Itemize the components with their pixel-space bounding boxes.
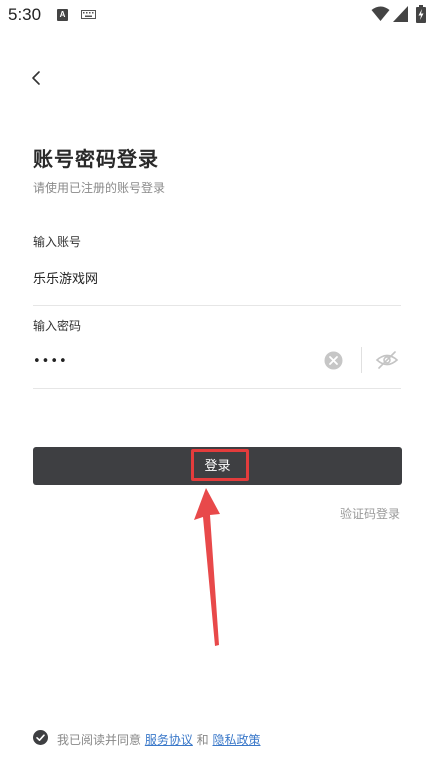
back-chevron-left-icon[interactable]	[26, 66, 48, 90]
wifi-icon	[371, 6, 390, 21]
agreement-text: 我已阅读并同意 服务协议 和 隐私政策	[57, 731, 261, 748]
sms-login-link[interactable]: 验证码登录	[340, 505, 400, 522]
privacy-link[interactable]: 隐私政策	[212, 733, 260, 747]
account-label: 输入账号	[33, 235, 82, 249]
red-arrow-annotation	[194, 488, 220, 646]
clear-icon[interactable]	[324, 351, 343, 370]
a-icon: A	[57, 9, 68, 21]
status-time: 5:30	[8, 5, 42, 24]
password-separator	[361, 347, 362, 373]
password-divider	[33, 388, 401, 389]
login-highlight-box	[191, 449, 249, 481]
account-divider	[33, 305, 401, 306]
battery-charging-icon	[416, 5, 426, 23]
checkbox-checked-icon[interactable]	[33, 730, 48, 745]
terms-link[interactable]: 服务协议	[145, 733, 193, 747]
agreement-joiner: 和	[192, 733, 213, 747]
status-bar: 5:30 A	[0, 0, 435, 30]
password-label: 输入密码	[33, 319, 82, 333]
page-title: 账号密码登录	[33, 147, 159, 171]
signal-icon	[393, 6, 408, 22]
account-input[interactable]	[33, 262, 401, 292]
page-subtitle: 请使用已注册的账号登录	[33, 181, 166, 195]
password-input[interactable]	[33, 346, 313, 376]
agreement-prefix: 我已阅读并同意	[57, 733, 145, 747]
keyboard-icon	[81, 10, 96, 19]
eye-off-icon[interactable]	[375, 350, 399, 370]
